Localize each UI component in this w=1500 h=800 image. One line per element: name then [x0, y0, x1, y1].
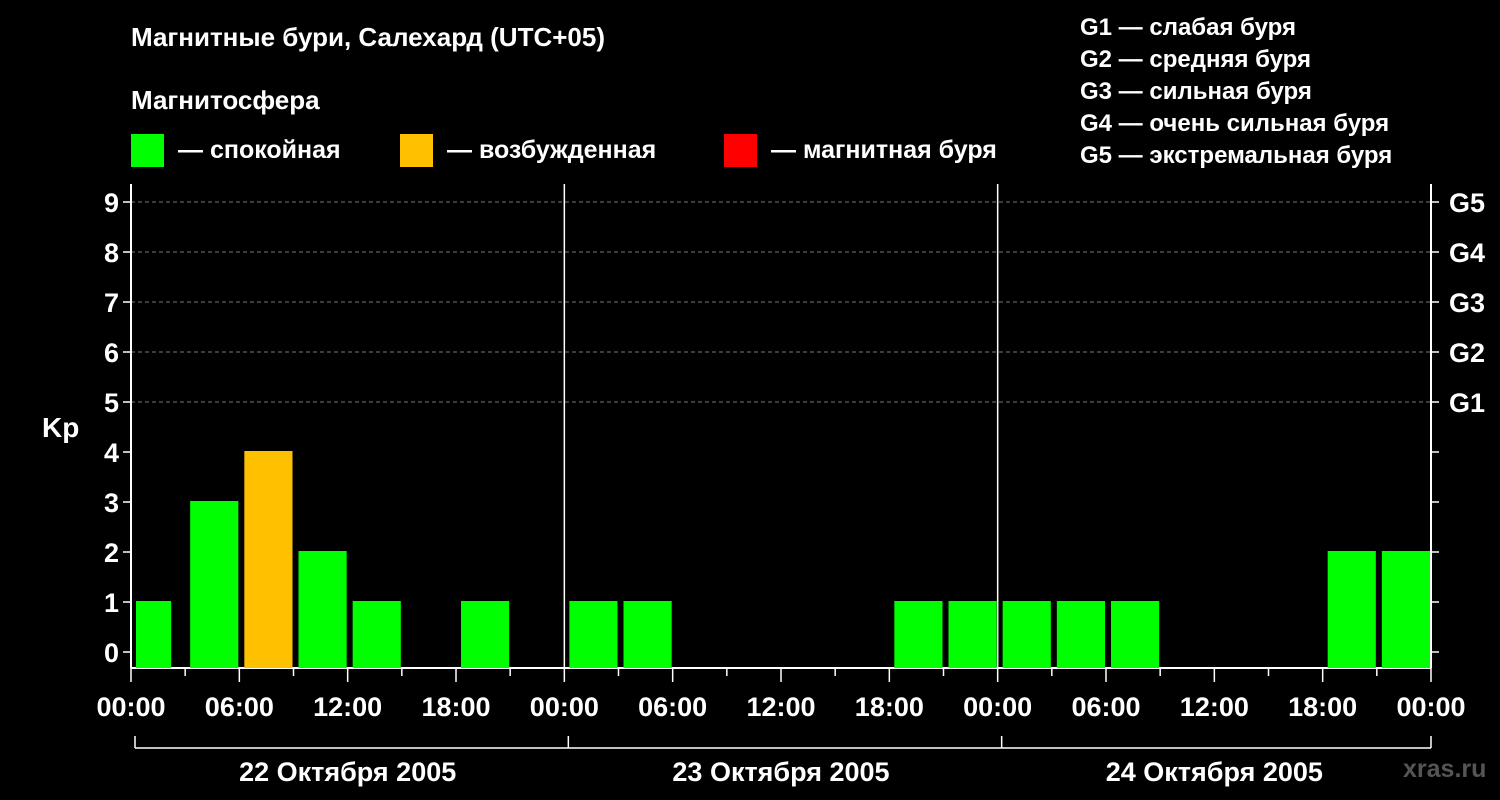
x-tick-label: 18:00	[421, 692, 490, 722]
x-tick-label: 00:00	[1396, 692, 1465, 722]
bar	[1327, 551, 1376, 668]
y-tick-label-3: 3	[104, 488, 119, 518]
y-tick-label-5: 5	[104, 388, 119, 418]
day-label: 22 Октября 2005	[239, 757, 456, 787]
y-tick-label-8: 8	[104, 238, 119, 268]
bar	[461, 601, 510, 668]
g-axis-label-g1: G1	[1449, 388, 1485, 418]
x-tick-label: 12:00	[1180, 692, 1249, 722]
x-tick-label: 12:00	[746, 692, 815, 722]
g-axis-label-g3: G3	[1449, 288, 1485, 318]
bar	[352, 601, 401, 668]
bar-partial	[1416, 551, 1428, 668]
x-tick-label: 00:00	[963, 692, 1032, 722]
bar	[1056, 601, 1105, 668]
x-tick-label: 00:00	[530, 692, 599, 722]
bar	[244, 451, 293, 668]
g-axis-label-g4: G4	[1449, 238, 1485, 268]
bar	[623, 601, 672, 668]
x-tick-label: 06:00	[1071, 692, 1140, 722]
y-tick-label-1: 1	[104, 588, 119, 618]
x-tick-label: 12:00	[313, 692, 382, 722]
x-tick-label: 18:00	[1288, 692, 1357, 722]
bar	[298, 551, 347, 668]
bar	[569, 601, 618, 668]
y-tick-label-0: 0	[104, 638, 119, 668]
bar	[1002, 601, 1051, 668]
y-tick-label-6: 6	[104, 338, 119, 368]
y-tick-label-2: 2	[104, 538, 119, 568]
bar	[136, 601, 172, 668]
kp-chart: 0 1 2 3 4 5 6 7 8 9 G1 G2 G3 G4 G5 00:00 06:00 12:00 18:00…	[96, 184, 1485, 787]
g-axis-label-g5: G5	[1449, 188, 1485, 218]
x-tick-label: 06:00	[638, 692, 707, 722]
bar	[948, 601, 997, 668]
bar	[1111, 601, 1160, 668]
day-label: 24 Октября 2005	[1106, 757, 1323, 787]
y-tick-label-7: 7	[104, 288, 119, 318]
y-tick-label-9: 9	[104, 188, 119, 218]
x-tick-label: 06:00	[205, 692, 274, 722]
x-tick-label: 18:00	[855, 692, 924, 722]
x-tick-label: 00:00	[96, 692, 165, 722]
y-tick-label-4: 4	[104, 438, 119, 468]
bar	[894, 601, 943, 668]
g-axis-label-g2: G2	[1449, 338, 1485, 368]
day-label: 23 Октября 2005	[672, 757, 889, 787]
bar	[190, 501, 239, 668]
